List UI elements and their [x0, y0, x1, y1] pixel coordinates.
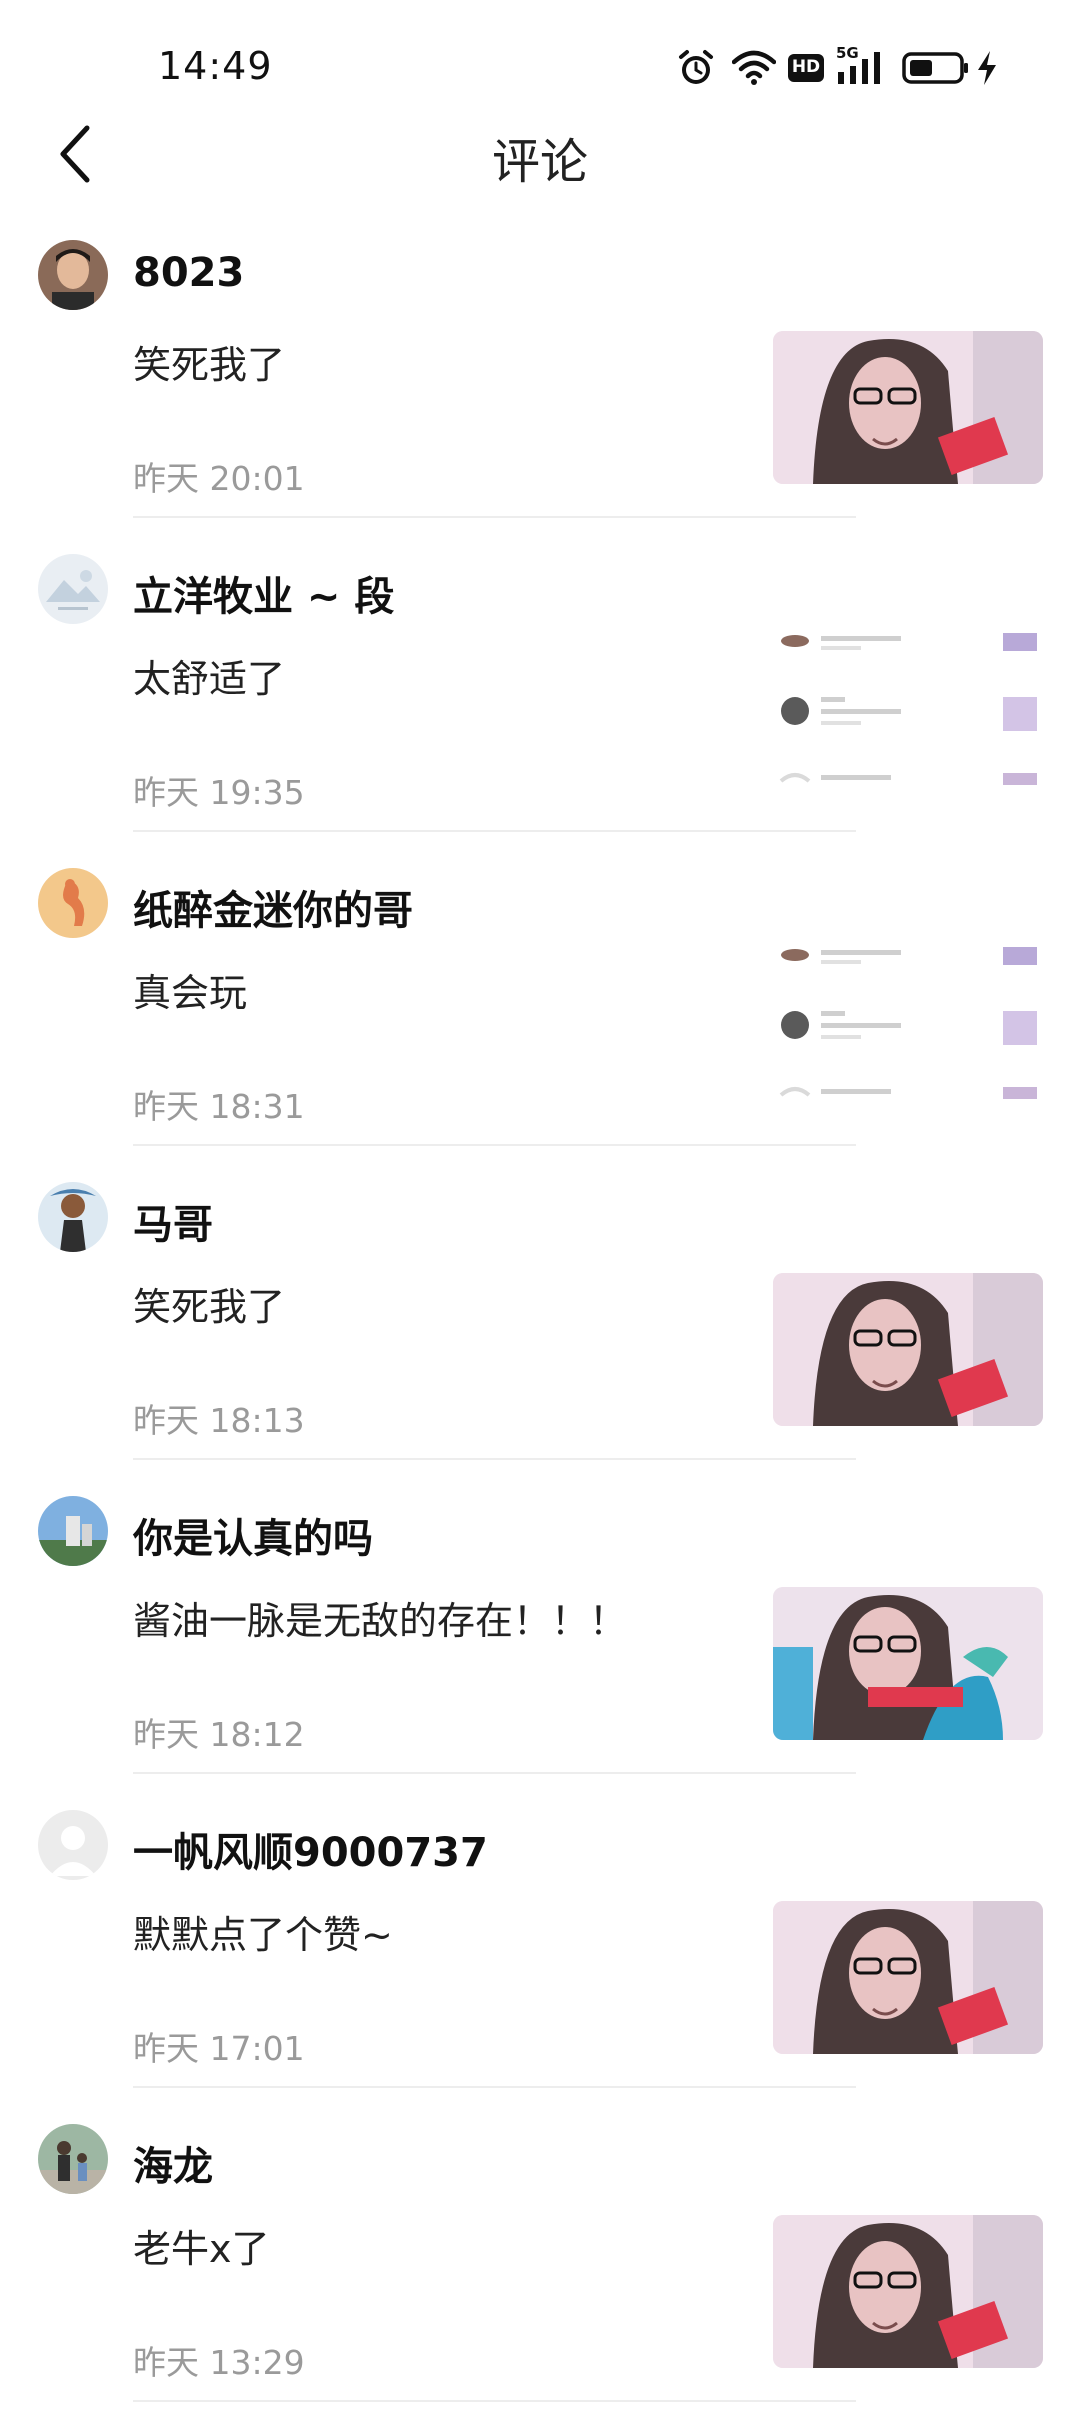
- comment-username[interactable]: 一帆风顺9000737: [133, 1820, 488, 1878]
- divider: [133, 516, 856, 518]
- divider: [133, 1772, 856, 1774]
- header: 评论: [0, 108, 1080, 200]
- comment-text: 老牛x了: [133, 2227, 270, 2271]
- avatar[interactable]: [38, 1810, 108, 1880]
- notification-list-thumbnail[interactable]: [773, 947, 1043, 1117]
- avatar[interactable]: [38, 240, 108, 310]
- comment-item[interactable]: 纸醉金迷你的哥 真会玩 昨天 18:31: [0, 852, 1080, 1166]
- avatar[interactable]: [38, 2124, 108, 2194]
- comment-time: 昨天 18:12: [133, 1715, 305, 1754]
- comment-time: 昨天 19:35: [133, 773, 305, 812]
- comment-text: 默默点了个赞~: [133, 1913, 393, 1957]
- alarm-icon: [676, 48, 716, 88]
- comment-text: 真会玩: [133, 971, 248, 1015]
- video-thumbnail[interactable]: [773, 1587, 1043, 1740]
- notification-list-thumbnail[interactable]: [773, 633, 1043, 803]
- comment-item[interactable]: 马哥 笑死我了 昨天 18:13: [0, 1166, 1080, 1480]
- avatar[interactable]: [38, 868, 108, 938]
- comment-username[interactable]: 海龙: [133, 2134, 213, 2192]
- comment-text: 太舒适了: [133, 657, 286, 701]
- comment-item[interactable]: 8023 笑死我了 昨天 20:01: [0, 224, 1080, 538]
- network-label: 5G: [836, 44, 859, 62]
- comment-text: 酱油一脉是无敌的存在！！！: [133, 1599, 628, 1643]
- avatar[interactable]: [38, 554, 108, 624]
- comment-time: 昨天 18:31: [133, 1087, 305, 1126]
- avatar[interactable]: [38, 1496, 108, 1566]
- comment-time: 昨天 17:01: [133, 2029, 305, 2068]
- comment-item[interactable]: 一帆风顺9000737 默默点了个赞~ 昨天 17:01: [0, 1794, 1080, 2108]
- video-thumbnail[interactable]: [773, 2215, 1043, 2368]
- status-icons: HD 5G: [676, 44, 998, 90]
- video-thumbnail[interactable]: [773, 1273, 1043, 1426]
- hd-label: HD: [791, 57, 821, 77]
- status-time: 14:49: [158, 44, 273, 88]
- comment-item[interactable]: 海龙 老牛x了 昨天 13:29: [0, 2108, 1080, 2422]
- battery-icon: [902, 51, 970, 85]
- comment-username[interactable]: 立洋牧业 ~ 段: [133, 564, 394, 622]
- divider: [133, 1144, 856, 1146]
- comment-time: 昨天 18:13: [133, 1401, 305, 1440]
- comment-item[interactable]: 立洋牧业 ~ 段 太舒适了 昨天 19:35: [0, 538, 1080, 852]
- divider: [133, 1458, 856, 1460]
- page-title: 评论: [491, 134, 588, 190]
- video-thumbnail[interactable]: [773, 331, 1043, 484]
- comment-username[interactable]: 纸醉金迷你的哥: [133, 878, 413, 936]
- divider: [133, 2086, 856, 2088]
- comment-time: 昨天 20:01: [133, 459, 305, 498]
- wifi-icon: [731, 50, 777, 86]
- comment-text: 笑死我了: [133, 343, 286, 387]
- comment-text: 笑死我了: [133, 1285, 286, 1329]
- comment-username[interactable]: 你是认真的吗: [133, 1506, 373, 1564]
- comment-username[interactable]: 马哥: [133, 1192, 213, 1250]
- avatar[interactable]: [38, 1182, 108, 1252]
- charging-icon: [976, 50, 998, 86]
- divider: [133, 830, 856, 832]
- video-thumbnail[interactable]: [773, 1901, 1043, 2054]
- comment-list: 8023 笑死我了 昨天 20:01 立洋牧业 ~ 段 太舒适了 昨天 19:3…: [0, 224, 1080, 2422]
- comment-username[interactable]: 8023: [133, 250, 244, 296]
- hd-icon: HD: [788, 54, 824, 82]
- comment-item[interactable]: 你是认真的吗 酱油一脉是无敌的存在！！！ 昨天 18:12: [0, 1480, 1080, 1794]
- divider: [133, 2400, 856, 2402]
- comment-time: 昨天 13:29: [133, 2343, 305, 2382]
- signal-icon: 5G: [836, 44, 888, 86]
